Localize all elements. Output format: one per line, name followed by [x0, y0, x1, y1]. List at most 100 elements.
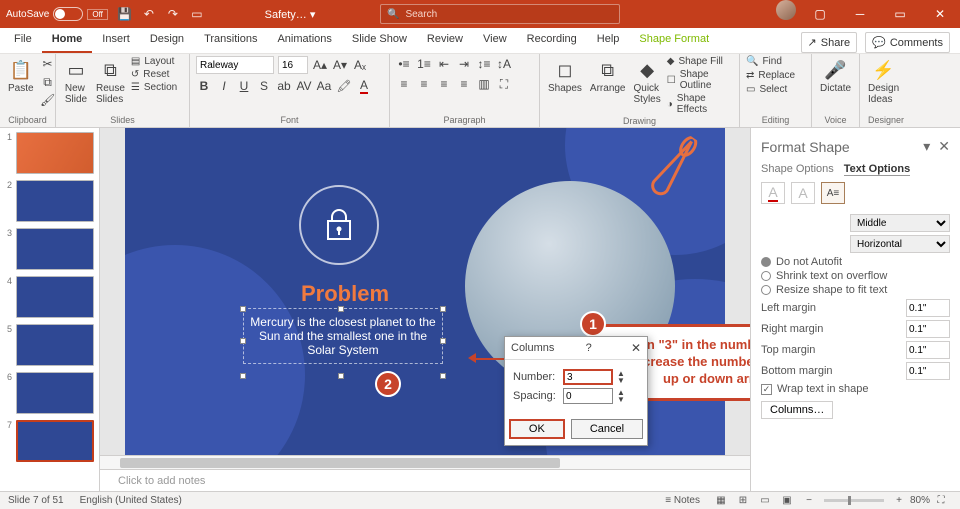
paste-button[interactable]: 📋 Paste	[6, 56, 36, 96]
dialog-close-icon[interactable]: ✕	[631, 341, 641, 355]
design-ideas-button[interactable]: ⚡Design Ideas	[866, 56, 901, 107]
comments-button[interactable]: 💬Comments	[865, 32, 950, 53]
tab-shape-format[interactable]: Shape Format	[629, 28, 719, 53]
thumbnail-2[interactable]: 2	[2, 180, 97, 222]
dictate-button[interactable]: 🎤Dictate	[818, 56, 853, 96]
slide-canvas[interactable]: Problem Mercury is the closest planet to…	[100, 128, 750, 455]
align-center-icon[interactable]: ≡	[416, 76, 432, 92]
layout-button[interactable]: ▤ Layout	[131, 56, 177, 67]
share-button[interactable]: ↗Share	[801, 32, 858, 53]
arrange-button[interactable]: ⧉Arrange	[588, 56, 628, 96]
wrap-text-checkbox[interactable]: ✓Wrap text in shape	[761, 383, 950, 395]
tab-design[interactable]: Design	[140, 28, 194, 53]
copy-icon[interactable]: ⧉	[40, 74, 56, 90]
redo-icon[interactable]: ↷	[164, 5, 182, 23]
tab-insert[interactable]: Insert	[92, 28, 140, 53]
undo-icon[interactable]: ↶	[140, 5, 158, 23]
left-margin-input[interactable]	[906, 299, 950, 317]
autofit-resize[interactable]: Resize shape to fit text	[761, 284, 950, 296]
find-button[interactable]: 🔍 Find	[746, 56, 782, 67]
italic-icon[interactable]: I	[216, 78, 232, 94]
replace-button[interactable]: ⇄ Replace	[746, 70, 795, 81]
char-spacing-icon[interactable]: AV	[296, 78, 312, 94]
tab-transitions[interactable]: Transitions	[194, 28, 267, 53]
language-status[interactable]: English (United States)	[80, 495, 182, 506]
notes-toggle[interactable]: ≡ Notes	[665, 495, 700, 506]
zoom-in-icon[interactable]: +	[889, 494, 909, 508]
clear-format-icon[interactable]: Aₓ	[352, 57, 368, 73]
normal-view-icon[interactable]: ▦	[711, 494, 731, 508]
spinner-icon[interactable]: ▲▼	[617, 389, 625, 403]
help-icon[interactable]: ?	[586, 342, 592, 354]
thumbnail-6[interactable]: 6	[2, 372, 97, 414]
smartart-icon[interactable]: ⛶	[496, 76, 512, 92]
bold-icon[interactable]: B	[196, 78, 212, 94]
slideshow-view-icon[interactable]: ▣	[777, 494, 797, 508]
tab-help[interactable]: Help	[587, 28, 630, 53]
font-name-input[interactable]	[196, 56, 274, 74]
tab-review[interactable]: Review	[417, 28, 473, 53]
indent-dec-icon[interactable]: ⇤	[436, 56, 452, 72]
panel-close-icon[interactable]: ✕	[938, 138, 950, 155]
file-name[interactable]: Safety… ▾	[250, 8, 330, 21]
ribbon-display-icon[interactable]: ▢	[800, 0, 840, 28]
horizontal-scrollbar[interactable]	[100, 455, 750, 469]
align-left-icon[interactable]: ≡	[396, 76, 412, 92]
autofit-none[interactable]: Do not Autofit	[761, 256, 950, 268]
cut-icon[interactable]: ✂	[40, 56, 56, 72]
thumbnail-3[interactable]: 3	[2, 228, 97, 270]
number-input[interactable]	[563, 369, 613, 385]
start-slideshow-icon[interactable]: ▭	[188, 5, 206, 23]
panel-dropdown-icon[interactable]: ▾	[923, 138, 930, 155]
line-spacing-icon[interactable]: ↕≡	[476, 56, 492, 72]
autosave[interactable]: AutoSave Off	[6, 7, 108, 21]
select-button[interactable]: ▭ Select	[746, 84, 787, 95]
text-effects-icon[interactable]: A	[791, 182, 815, 204]
thumbnail-5[interactable]: 5	[2, 324, 97, 366]
tab-recording[interactable]: Recording	[517, 28, 587, 53]
slide-body-text[interactable]: Mercury is the closest planet to the Sun…	[243, 308, 443, 364]
autosave-toggle[interactable]	[53, 7, 83, 21]
columns-icon[interactable]: ▥	[476, 76, 492, 92]
reading-view-icon[interactable]: ▭	[755, 494, 775, 508]
thumbnail-4[interactable]: 4	[2, 276, 97, 318]
spinner-icon[interactable]: ▲▼	[617, 370, 625, 384]
scroll-thumb[interactable]	[120, 458, 560, 468]
decrease-font-icon[interactable]: A▾	[332, 57, 348, 73]
tab-animations[interactable]: Animations	[267, 28, 341, 53]
numbering-icon[interactable]: 1≡	[416, 56, 432, 72]
thumbnail-7[interactable]: 7	[2, 420, 97, 462]
valign-select[interactable]: Middle	[850, 214, 950, 232]
notes-pane[interactable]: Click to add notes	[100, 469, 750, 491]
slide-counter[interactable]: Slide 7 of 51	[8, 495, 64, 506]
shadow-icon[interactable]: ab	[276, 78, 292, 94]
search-box[interactable]: 🔍 Search	[380, 4, 620, 24]
quick-styles-button[interactable]: ◆Quick Styles	[632, 56, 663, 107]
align-right-icon[interactable]: ≡	[436, 76, 452, 92]
underline-icon[interactable]: U	[236, 78, 252, 94]
new-slide-button[interactable]: ▭New Slide	[62, 56, 90, 107]
minimize-button[interactable]: ─	[840, 0, 880, 28]
highlight-icon[interactable]: 🖍	[336, 78, 352, 94]
section-button[interactable]: ☰ Section	[131, 82, 177, 93]
zoom-slider[interactable]	[824, 499, 884, 502]
user-avatar[interactable]	[776, 0, 796, 20]
fit-window-icon[interactable]: ⛶	[931, 494, 951, 508]
tab-file[interactable]: File	[4, 28, 42, 53]
zoom-out-icon[interactable]: −	[799, 494, 819, 508]
text-options-tab[interactable]: Text Options	[844, 163, 910, 176]
spacing-input[interactable]	[563, 388, 613, 404]
format-painter-icon[interactable]: 🖌	[40, 92, 56, 108]
close-button[interactable]: ✕	[920, 0, 960, 28]
tab-slideshow[interactable]: Slide Show	[342, 28, 417, 53]
indent-inc-icon[interactable]: ⇥	[456, 56, 472, 72]
top-margin-input[interactable]	[906, 341, 950, 359]
textdir-select[interactable]: Horizontal	[850, 235, 950, 253]
text-direction-icon[interactable]: ↕A	[496, 56, 512, 72]
font-color-icon[interactable]: A	[356, 78, 372, 94]
justify-icon[interactable]: ≡	[456, 76, 472, 92]
reset-button[interactable]: ↺ Reset	[131, 69, 177, 80]
restore-button[interactable]: ▭	[880, 0, 920, 28]
tab-home[interactable]: Home	[42, 28, 93, 53]
bottom-margin-input[interactable]	[906, 362, 950, 380]
